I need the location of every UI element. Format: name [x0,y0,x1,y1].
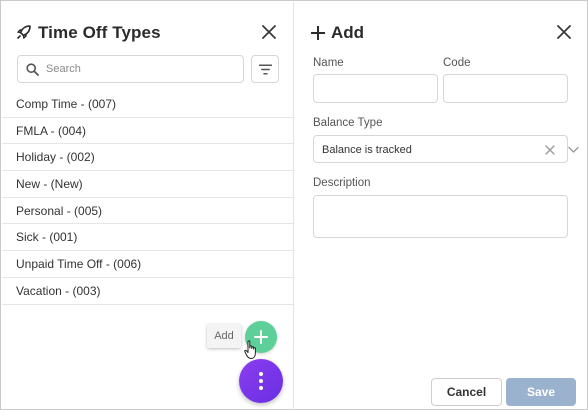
search-input[interactable] [46,59,236,79]
hand-pointer-icon [244,340,256,359]
filter-button[interactable] [251,55,279,83]
list-item[interactable]: Unpaid Time Off - (006) [2,251,294,278]
rocket-icon [17,25,31,39]
search-icon [26,63,39,76]
plus-icon [311,26,325,40]
balance-type-select[interactable]: Balance is tracked [313,135,579,163]
actions-menu-button[interactable] [239,359,283,403]
list-item[interactable]: FMLA - (004) [2,118,294,145]
close-icon[interactable] [262,25,276,39]
list-item[interactable]: Personal - (005) [2,198,294,225]
list-item[interactable]: Vacation - (003) [2,278,294,305]
time-off-types-panel: Time Off Types Comp Time - (007) FMLA - … [2,2,294,410]
vertical-dots-icon [259,372,263,376]
code-field-box [443,74,568,103]
list-item[interactable]: Sick - (001) [2,224,294,252]
list-item[interactable]: Comp Time - (007) [2,91,294,118]
description-label: Description [313,177,371,189]
clear-icon[interactable] [545,145,555,155]
chevron-down-icon[interactable] [568,146,579,154]
list-item[interactable]: New - (New) [2,171,294,198]
name-field-box [313,74,438,103]
code-label: Code [443,57,471,69]
left-panel-title: Time Off Types [38,23,161,42]
window-frame: Time Off Types Comp Time - (007) FMLA - … [0,0,588,410]
vertical-dots-icon [259,379,263,383]
name-field[interactable] [314,75,437,102]
add-tooltip: Add [207,324,241,348]
left-panel-header: Time Off Types [2,2,294,52]
search-box [17,55,244,83]
name-label: Name [313,57,344,69]
save-button[interactable]: Save [506,378,576,406]
close-icon[interactable] [557,25,571,39]
filter-icon [259,64,272,75]
description-field[interactable] [314,196,567,237]
balance-type-label: Balance Type [313,117,383,129]
description-field-box [313,195,568,238]
add-time-off-type-panel: Add Name Code Balance Type Balance is tr… [295,2,588,410]
right-panel-title: Add [331,23,365,42]
balance-type-value: Balance is tracked [322,144,412,156]
cancel-button[interactable]: Cancel [431,378,502,406]
code-field[interactable] [444,75,567,102]
list-item[interactable]: Holiday - (002) [2,144,294,172]
vertical-dots-icon [259,386,263,390]
time-off-type-list: Comp Time - (007) FMLA - (004) Holiday -… [2,91,294,305]
